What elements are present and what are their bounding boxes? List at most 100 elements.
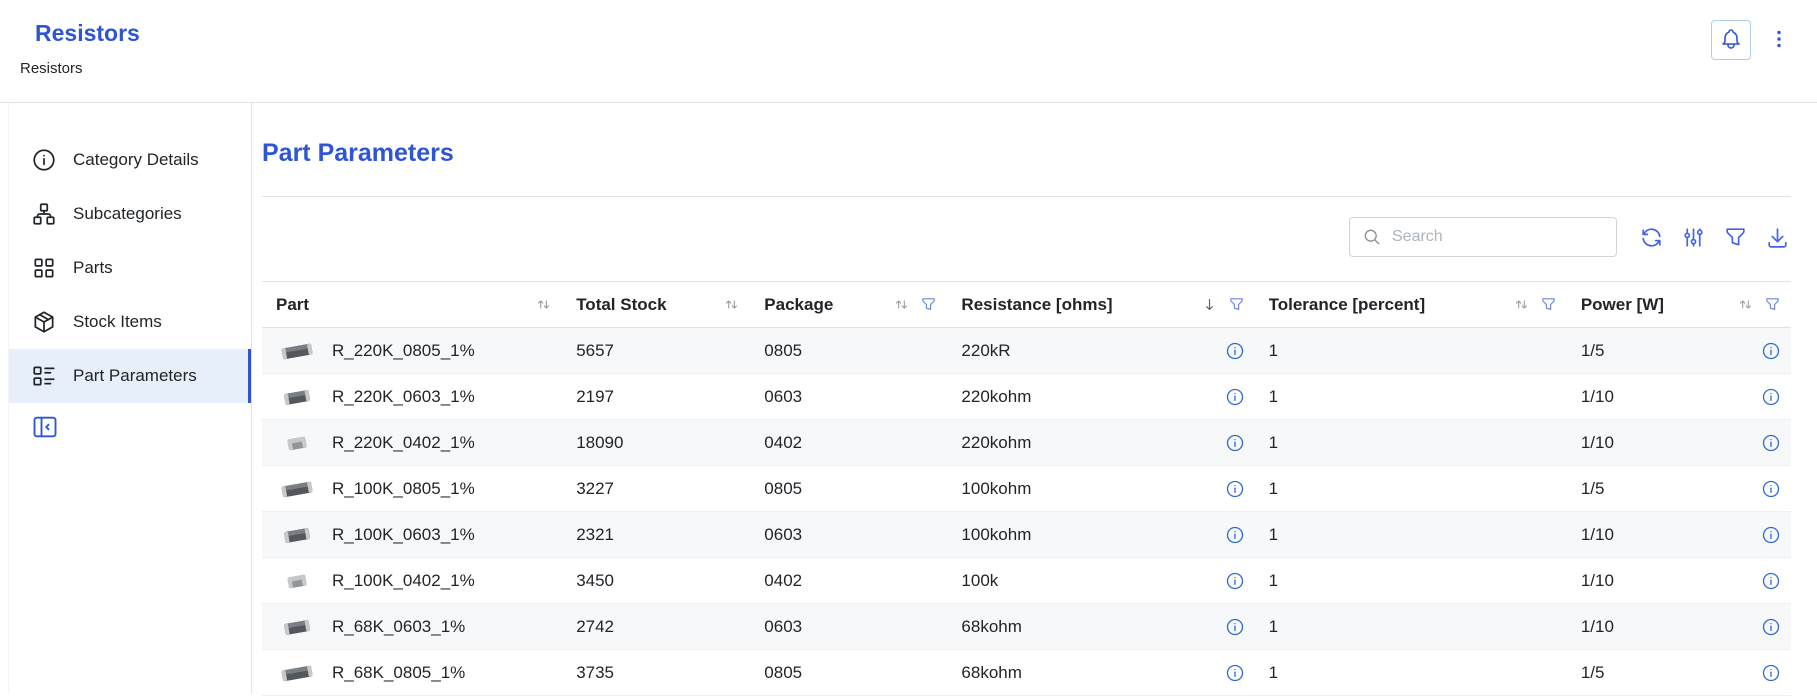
total-stock-cell: 2197	[562, 374, 750, 420]
power-value: 1/5	[1581, 663, 1605, 683]
search-input[interactable]	[1390, 227, 1604, 247]
bell-icon	[1719, 27, 1743, 54]
content-area: Part Parameters PartTotal StockPackageRe…	[252, 103, 1817, 693]
package-cell: 0603	[750, 374, 947, 420]
column-header-power-w[interactable]: Power [W]	[1567, 282, 1791, 328]
sidebar-collapse-button[interactable]	[31, 413, 61, 443]
filter-button[interactable]	[1721, 223, 1749, 251]
sidebar-item-stock-items[interactable]: Stock Items	[9, 295, 251, 349]
sidebar-item-parts[interactable]: Parts	[9, 241, 251, 295]
sidebar-item-part-parameters[interactable]: Part Parameters	[9, 349, 251, 403]
table-row[interactable]: R_100K_0603_1%23210603100kohm11/10	[262, 512, 1791, 558]
info-circle-icon[interactable]	[1225, 571, 1245, 591]
info-circle-icon[interactable]	[1225, 479, 1245, 499]
tolerance-cell: 1	[1255, 650, 1567, 696]
tolerance-cell: 1	[1255, 558, 1567, 604]
toolbar-buttons	[1637, 223, 1791, 251]
column-header-package[interactable]: Package	[750, 282, 947, 328]
column-label: Resistance [ohms]	[961, 295, 1112, 315]
column-header-tolerance-percent[interactable]: Tolerance [percent]	[1255, 282, 1567, 328]
info-circle-icon[interactable]	[1761, 663, 1781, 683]
part-cell: R_220K_0805_1%	[262, 328, 562, 374]
resistance-cell: 100k	[947, 558, 1254, 604]
part-parameters-table: Part Total Stock Package Resistance [ohms] T…	[262, 281, 1791, 696]
sidebar-item-label: Stock Items	[73, 312, 162, 332]
info-circle-icon[interactable]	[1225, 433, 1245, 453]
power-cell: 1/5	[1567, 328, 1791, 374]
part-thumbnail	[276, 336, 318, 366]
info-circle-icon[interactable]	[1225, 617, 1245, 637]
notifications-button[interactable]	[1711, 20, 1751, 60]
sidebar-item-category-details[interactable]: Category Details	[9, 133, 251, 187]
info-circle-icon[interactable]	[1761, 479, 1781, 499]
table-row[interactable]: R_68K_0805_1%3735080568kohm11/5	[262, 650, 1791, 696]
info-circle-icon[interactable]	[1761, 571, 1781, 591]
table-options-button[interactable]	[1679, 223, 1707, 251]
main-panel: Category DetailsSubcategoriesParts Stock …	[8, 103, 1817, 693]
sitemap-icon	[31, 201, 57, 227]
package-cell: 0603	[750, 512, 947, 558]
tolerance-cell: 1	[1255, 374, 1567, 420]
table-row[interactable]: R_68K_0603_1%2742060368kohm11/10	[262, 604, 1791, 650]
sort-icon[interactable]	[535, 296, 552, 313]
table-row[interactable]: R_220K_0402_1%180900402220kohm11/10	[262, 420, 1791, 466]
sort-icon[interactable]	[1737, 296, 1754, 313]
part-name: R_220K_0603_1%	[332, 387, 475, 407]
refresh-button[interactable]	[1637, 223, 1665, 251]
resistance-value: 220kR	[961, 341, 1010, 361]
column-filter-icon[interactable]	[1764, 296, 1781, 313]
resistance-value: 68kohm	[961, 617, 1021, 637]
column-filter-icon[interactable]	[1540, 296, 1557, 313]
table-toolbar	[262, 217, 1791, 257]
column-label: Total Stock	[576, 295, 666, 315]
breadcrumb[interactable]: Resistors	[20, 60, 140, 77]
table-row[interactable]: R_220K_0603_1%21970603220kohm11/10	[262, 374, 1791, 420]
info-circle-icon[interactable]	[1225, 387, 1245, 407]
dots-vertical-icon	[1767, 27, 1791, 54]
resistance-value: 68kohm	[961, 663, 1021, 683]
tolerance-cell: 1	[1255, 512, 1567, 558]
table-body: R_220K_0805_1%56570805220kR11/5R_220K_06…	[262, 328, 1791, 696]
tolerance-cell: 1	[1255, 420, 1567, 466]
section-divider	[262, 196, 1791, 197]
tolerance-cell: 1	[1255, 328, 1567, 374]
table-row[interactable]: R_100K_0805_1%32270805100kohm11/5	[262, 466, 1791, 512]
sort-icon[interactable]	[893, 296, 910, 313]
sort-icon[interactable]	[723, 296, 740, 313]
column-header-part[interactable]: Part	[262, 282, 562, 328]
column-label: Tolerance [percent]	[1269, 295, 1426, 315]
power-cell: 1/10	[1567, 512, 1791, 558]
info-circle-icon[interactable]	[1761, 433, 1781, 453]
info-circle-icon[interactable]	[1761, 341, 1781, 361]
download-icon	[1765, 225, 1790, 250]
overflow-menu-button[interactable]	[1767, 20, 1791, 60]
filter-icon	[1723, 225, 1748, 250]
info-circle-icon[interactable]	[1225, 663, 1245, 683]
total-stock-cell: 2742	[562, 604, 750, 650]
info-circle-icon[interactable]	[1225, 341, 1245, 361]
part-name: R_220K_0805_1%	[332, 341, 475, 361]
column-filter-icon[interactable]	[1228, 296, 1245, 313]
resistance-cell: 220kR	[947, 328, 1254, 374]
sidebar-item-subcategories[interactable]: Subcategories	[9, 187, 251, 241]
sort-icon[interactable]	[1513, 296, 1530, 313]
power-cell: 1/5	[1567, 466, 1791, 512]
info-circle-icon[interactable]	[1225, 525, 1245, 545]
page-title: Resistors	[35, 20, 140, 47]
sort-desc-icon[interactable]	[1201, 296, 1218, 313]
power-value: 1/10	[1581, 571, 1614, 591]
column-filter-icon[interactable]	[920, 296, 937, 313]
table-row[interactable]: R_100K_0402_1%34500402100k11/10	[262, 558, 1791, 604]
package-cell: 0805	[750, 466, 947, 512]
info-circle-icon[interactable]	[1761, 387, 1781, 407]
info-circle-icon[interactable]	[1761, 525, 1781, 545]
download-button[interactable]	[1763, 223, 1791, 251]
power-cell: 1/10	[1567, 604, 1791, 650]
info-circle-icon[interactable]	[1761, 617, 1781, 637]
table-row[interactable]: R_220K_0805_1%56570805220kR11/5	[262, 328, 1791, 374]
package-cell: 0805	[750, 328, 947, 374]
column-header-resistance-ohms[interactable]: Resistance [ohms]	[947, 282, 1254, 328]
column-header-total-stock[interactable]: Total Stock	[562, 282, 750, 328]
part-name: R_220K_0402_1%	[332, 433, 475, 453]
package-cell: 0402	[750, 558, 947, 604]
